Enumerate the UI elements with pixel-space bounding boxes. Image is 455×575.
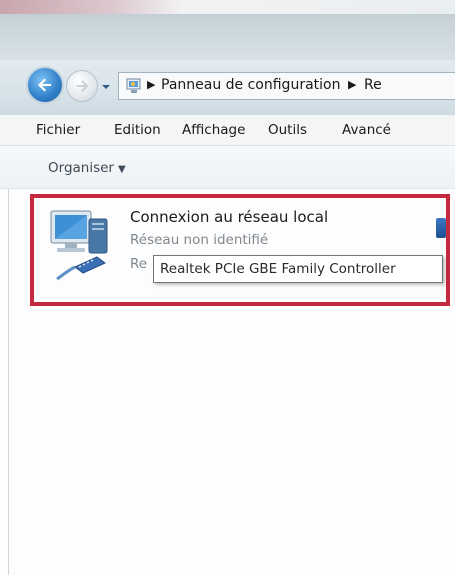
back-button[interactable]: [28, 68, 62, 102]
chevron-down-icon: [102, 85, 110, 89]
forward-arrow-icon: [76, 80, 89, 92]
connection-device: Re: [130, 256, 148, 272]
recent-pages-button[interactable]: [99, 79, 113, 93]
connection-status: Réseau non identifié: [130, 232, 269, 248]
forward-button[interactable]: [66, 70, 98, 102]
breadcrumb-separator-icon: ▶: [348, 78, 357, 91]
back-arrow-icon: [38, 78, 51, 92]
breadcrumb-separator-icon: ▶: [147, 78, 156, 91]
breadcrumb-control-panel[interactable]: Panneau de configuration: [161, 77, 340, 93]
pane-divider: [8, 189, 9, 575]
window-title-bar: [0, 0, 455, 60]
menu-edit[interactable]: Edition: [114, 122, 161, 138]
adjacent-connection-icon[interactable]: [436, 218, 446, 238]
chevron-down-icon: ▼: [117, 164, 126, 175]
tooltip-text: Realtek PCIe GBE Family Controller: [160, 261, 396, 277]
command-bar: Organiser ▼: [0, 146, 455, 189]
organise-label: Organiser: [48, 160, 114, 176]
organise-button[interactable]: Organiser ▼: [48, 160, 126, 176]
control-panel-icon: [126, 78, 141, 93]
menu-tools[interactable]: Outils: [268, 122, 307, 138]
address-bar[interactable]: ▶ Panneau de configuration ▶ Re: [118, 72, 455, 100]
menu-file[interactable]: Fichier: [36, 122, 80, 138]
menu-view[interactable]: Affichage: [182, 122, 245, 138]
connection-name[interactable]: Connexion au réseau local: [130, 208, 328, 226]
menu-bar: Fichier Edition Affichage Outils Avancé: [0, 115, 455, 146]
title-bar-top-strip: [0, 0, 455, 14]
device-tooltip: Realtek PCIe GBE Family Controller: [153, 255, 443, 283]
breadcrumb-network[interactable]: Re: [364, 77, 382, 93]
menu-advanced[interactable]: Avancé: [342, 122, 391, 138]
